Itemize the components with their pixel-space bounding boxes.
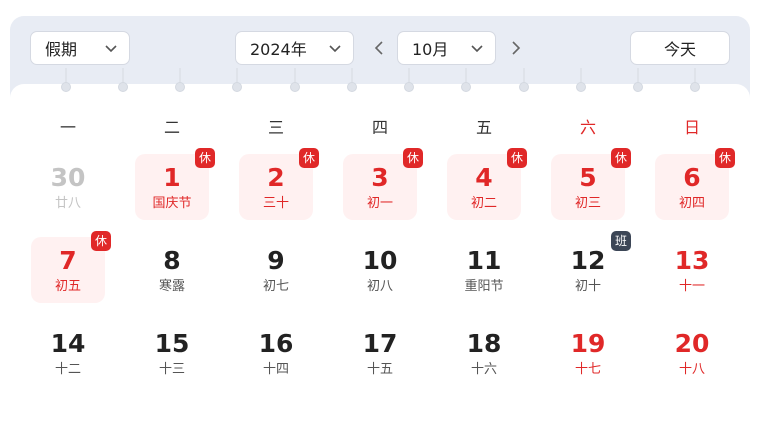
binder-ring — [347, 68, 357, 92]
holiday-badge: 休 — [195, 148, 215, 168]
lunar-date: 十一 — [678, 279, 705, 294]
binder-ring — [461, 68, 471, 92]
binder-ring — [690, 68, 700, 92]
day-number: 20 — [674, 329, 710, 358]
month-select-value: 10月 — [412, 40, 449, 59]
year-select-value: 2024年 — [250, 40, 307, 59]
day-cell[interactable]: 3 初一休 — [343, 148, 423, 220]
day-cell[interactable]: 2 三十休 — [239, 148, 319, 220]
day-cell[interactable]: 9 初七 — [239, 237, 313, 303]
lunar-date: 初二 — [470, 196, 497, 211]
binder-ring — [404, 68, 414, 92]
day-number: 10 — [362, 246, 398, 275]
weekday-label: 日 — [683, 118, 700, 137]
day-number: 17 — [362, 329, 398, 358]
chevron-down-icon — [105, 45, 117, 53]
chevron-down-icon — [471, 45, 483, 53]
day-number: 11 — [466, 246, 502, 275]
day-cell[interactable]: 11 重阳节 — [447, 237, 521, 303]
chevron-down-icon — [329, 45, 341, 53]
weekday-label: 四 — [371, 118, 388, 137]
year-select[interactable]: 2024年 — [235, 31, 354, 65]
lunar-date: 三十 — [262, 196, 289, 211]
lunar-date: 十三 — [158, 362, 185, 377]
day-cell[interactable]: 5 初三休 — [551, 148, 631, 220]
day-cell[interactable]: 10 初八 — [343, 237, 417, 303]
day-cell[interactable]: 14 十二 — [31, 320, 105, 386]
calendar-card: 假期 2024年 10月 今天 一二三四五六日 30 廿八 1 国庆节休 2 三十 — [10, 16, 750, 444]
weekday-label: 三 — [267, 118, 284, 137]
holiday-badge: 休 — [299, 148, 319, 168]
holiday-badge: 休 — [507, 148, 527, 168]
lunar-date: 重阳节 — [464, 279, 504, 294]
workday-badge: 班 — [611, 231, 631, 251]
binder-ring — [175, 68, 185, 92]
day-number: 16 — [258, 329, 294, 358]
day-cell[interactable]: 4 初二休 — [447, 148, 527, 220]
calendar-toolbar: 假期 2024年 10月 今天 — [10, 16, 750, 86]
weekday-label: 二 — [163, 118, 180, 137]
weekday-header: 一二三四五六日 — [16, 114, 744, 138]
holiday-badge: 休 — [715, 148, 735, 168]
lunar-date: 初八 — [366, 279, 393, 294]
lunar-date: 初三 — [574, 196, 601, 211]
binder-ring — [519, 68, 529, 92]
weekday-label: 五 — [475, 118, 492, 137]
lunar-date: 初一 — [366, 196, 393, 211]
month-select[interactable]: 10月 — [397, 31, 496, 65]
binder-ring — [290, 68, 300, 92]
lunar-date: 国庆节 — [152, 196, 192, 211]
day-cell[interactable]: 17 十五 — [343, 320, 417, 386]
weekday-label: 六 — [579, 118, 596, 137]
prev-month-icon[interactable] — [370, 38, 388, 58]
day-number: 8 — [163, 246, 181, 275]
lunar-date: 十七 — [574, 362, 601, 377]
lunar-date: 十八 — [678, 362, 705, 377]
holiday-badge: 休 — [91, 231, 111, 251]
day-cell[interactable]: 30 廿八 — [31, 154, 105, 220]
lunar-date: 初十 — [574, 279, 601, 294]
day-cell[interactable]: 19 十七 — [551, 320, 625, 386]
weekday-label: 一 — [59, 118, 76, 137]
lunar-date: 初五 — [54, 279, 81, 294]
next-month-icon[interactable] — [507, 38, 525, 58]
holiday-badge: 休 — [403, 148, 423, 168]
holiday-select-value: 假期 — [45, 40, 78, 59]
day-cell[interactable]: 7 初五休 — [31, 231, 111, 303]
lunar-date: 初七 — [262, 279, 289, 294]
day-cell[interactable]: 6 初四休 — [655, 148, 735, 220]
day-cell[interactable]: 13 十一 — [655, 237, 729, 303]
lunar-date: 十二 — [54, 362, 81, 377]
day-number: 9 — [267, 246, 285, 275]
day-cell[interactable]: 12 初十班 — [551, 231, 631, 303]
binder-ring — [61, 68, 71, 92]
day-cell[interactable]: 8 寒露 — [135, 237, 209, 303]
lunar-date: 十四 — [262, 362, 289, 377]
day-number: 18 — [466, 329, 502, 358]
day-cell[interactable]: 16 十四 — [239, 320, 313, 386]
binder-ring — [633, 68, 643, 92]
day-cell[interactable]: 20 十八 — [655, 320, 729, 386]
lunar-date: 初四 — [678, 196, 705, 211]
day-cell[interactable]: 1 国庆节休 — [135, 148, 215, 220]
day-cell[interactable]: 18 十六 — [447, 320, 521, 386]
lunar-date: 寒露 — [158, 279, 185, 294]
binder-ring — [576, 68, 586, 92]
binder-ring — [118, 68, 128, 92]
lunar-date: 廿八 — [54, 196, 81, 211]
day-number: 15 — [154, 329, 190, 358]
day-number: 19 — [570, 329, 606, 358]
day-number: 14 — [50, 329, 86, 358]
day-number: 13 — [674, 246, 710, 275]
holiday-select[interactable]: 假期 — [30, 31, 130, 65]
holiday-badge: 休 — [611, 148, 631, 168]
calendar-sheet: 一二三四五六日 30 廿八 1 国庆节休 2 三十休 3 初一休 4 初二休 5 初三休 6 初四休 7 初五… — [10, 68, 750, 444]
lunar-date: 十五 — [366, 362, 393, 377]
lunar-date: 十六 — [470, 362, 497, 377]
day-cell[interactable]: 15 十三 — [135, 320, 209, 386]
day-number: 30 — [50, 163, 86, 192]
today-button[interactable]: 今天 — [630, 31, 730, 65]
binder-ring — [232, 68, 242, 92]
